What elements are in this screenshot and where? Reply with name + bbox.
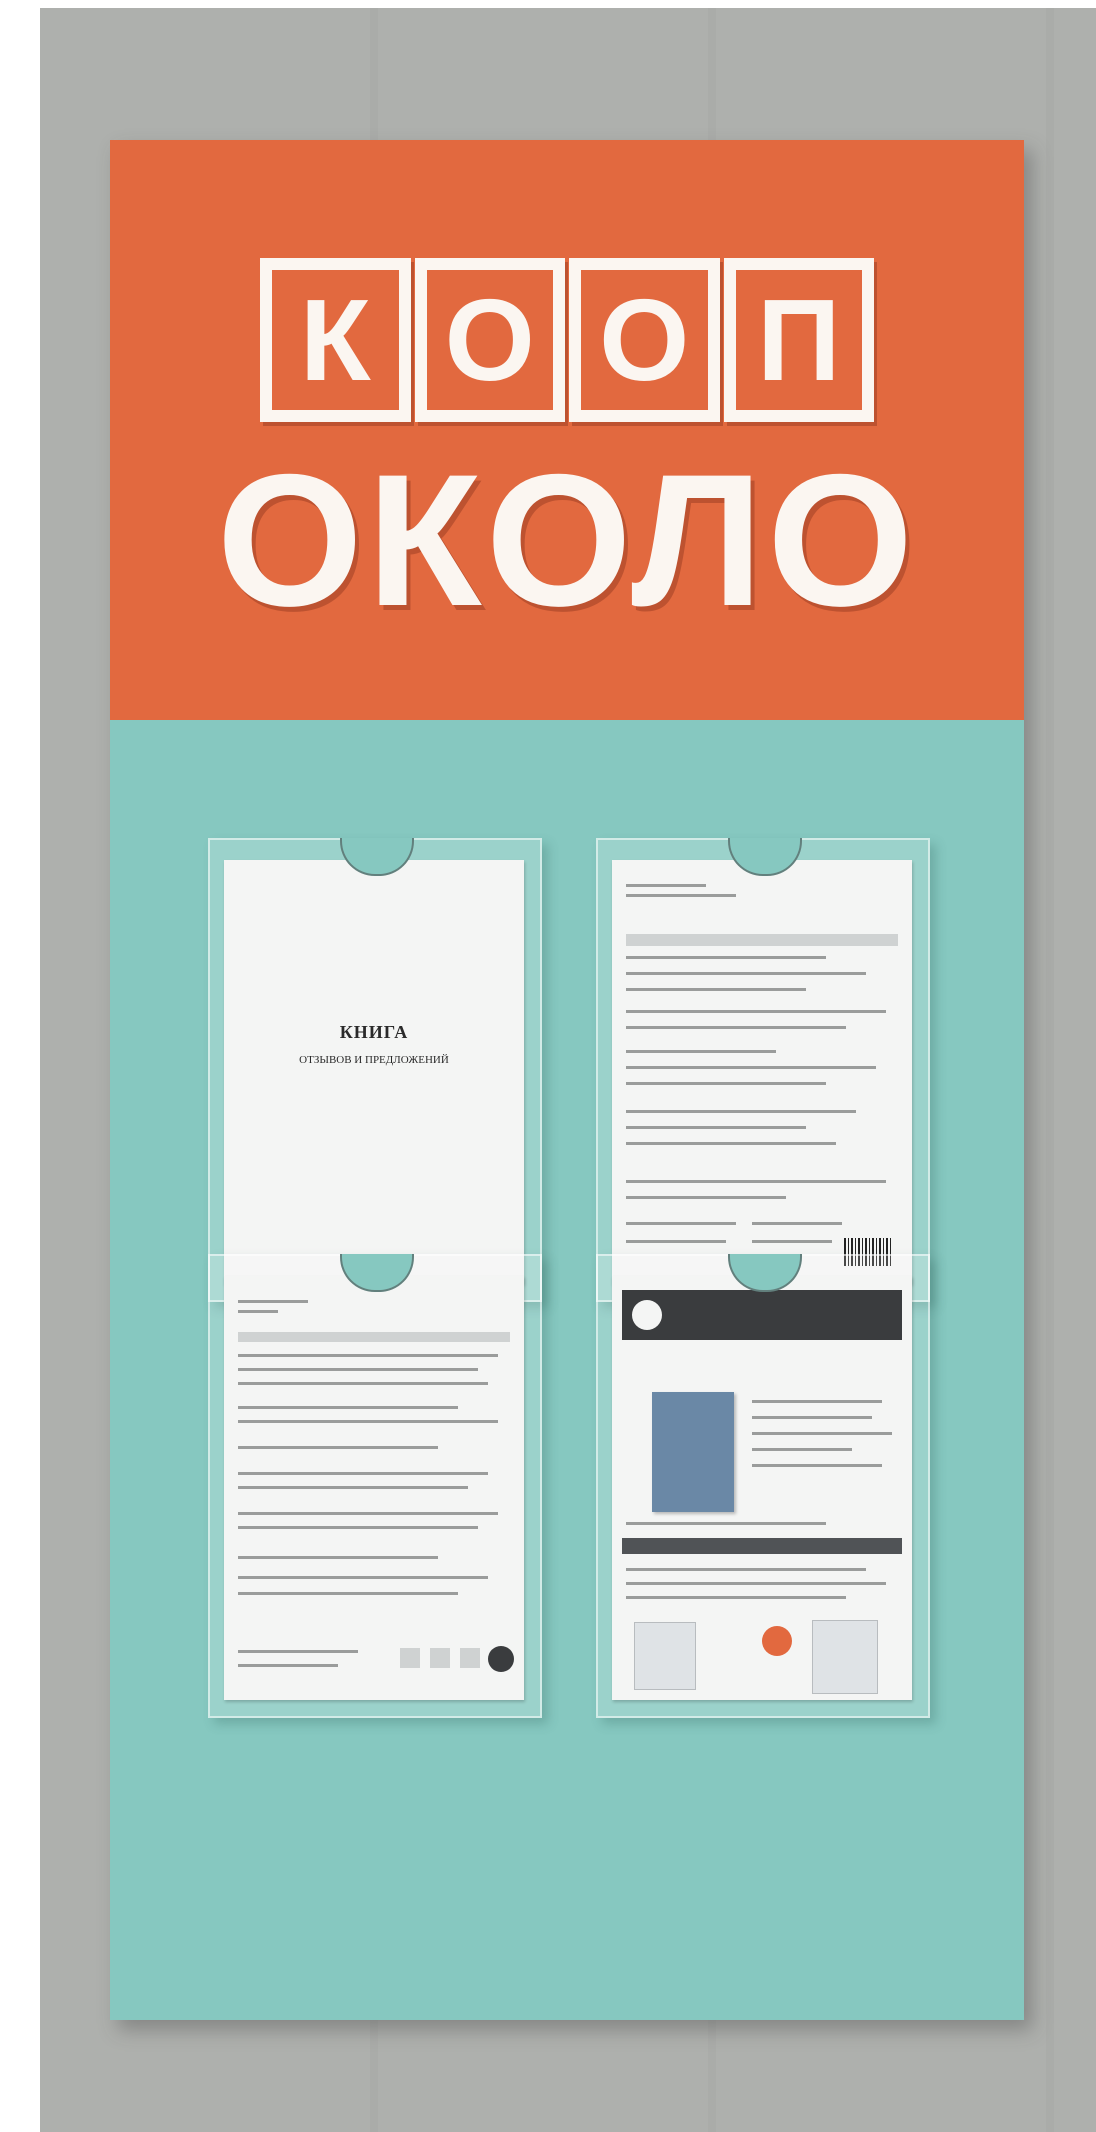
photo: К О О П ОКОЛО КНИГА ОТЗЫВОВ И ПРЕДЛОЖЕНИ… <box>40 8 1096 2132</box>
certificate-banner <box>622 1290 902 1340</box>
document-holder: КНИГА ОТЗЫВОВ И ПРЕДЛОЖЕНИЙ <box>208 838 542 1302</box>
book-title: КНИГА <box>339 1022 409 1042</box>
feedback-book[interactable]: КНИГА ОТЗЫВОВ И ПРЕДЛОЖЕНИЙ <box>224 860 524 1284</box>
sign-info-panel: КНИГА ОТЗЫВОВ И ПРЕДЛОЖЕНИЙ <box>110 720 1024 2020</box>
document-holder <box>596 838 930 1302</box>
price-document <box>224 1276 524 1700</box>
logo-letter: О <box>414 258 565 422</box>
certificate-bar <box>622 1538 902 1554</box>
certificate-photo <box>652 1392 734 1512</box>
koop-logo: К О О П <box>260 258 874 422</box>
sign-orange-panel: К О О П ОКОЛО <box>110 140 1024 720</box>
logo-letter: К <box>260 258 411 422</box>
logo-letter: О <box>569 258 720 422</box>
brand-name: ОКОЛО <box>216 435 918 645</box>
store-sign-board: К О О П ОКОЛО КНИГА ОТЗЫВОВ И ПРЕДЛОЖЕНИ… <box>110 140 1024 2020</box>
certificate-badge <box>762 1626 792 1656</box>
book-subtitle: ОТЗЫВОВ И ПРЕДЛОЖЕНИЙ <box>299 1054 449 1066</box>
document-holder <box>596 1254 930 1718</box>
certificate-logo <box>632 1300 662 1330</box>
logo-letter: П <box>723 258 874 422</box>
info-document <box>612 860 912 1284</box>
certificate-document <box>612 1276 912 1700</box>
document-holder <box>208 1254 542 1718</box>
